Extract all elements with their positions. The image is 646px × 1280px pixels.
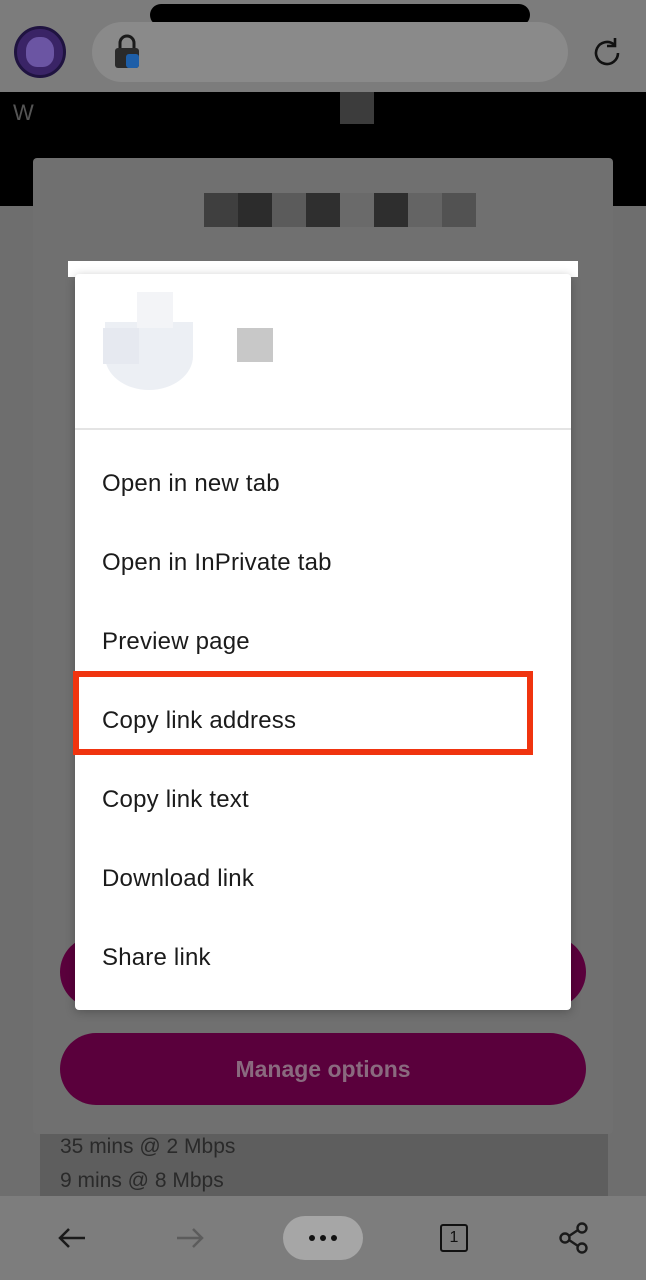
page-header-text: W [13,100,34,125]
browser-bottom-toolbar: 1 [0,1196,646,1280]
menu-item-open-new-tab[interactable]: Open in new tab [75,444,571,523]
menu-item-copy-link-text[interactable]: Copy link text [75,760,571,839]
share-icon [559,1222,588,1254]
forward-button[interactable] [168,1216,212,1260]
link-preview [75,274,571,428]
share-button[interactable] [554,1216,594,1260]
menu-item-download-link[interactable]: Download link [75,839,571,918]
page-info-text: 35 mins @ 2 Mbps 9 mins @ 8 Mbps [40,1134,608,1196]
menu-item-share-link[interactable]: Share link [75,918,571,997]
pixelated-logo [204,193,476,227]
more-menu-button[interactable] [283,1216,363,1260]
arrow-right-icon [177,1228,204,1248]
profile-avatar-icon[interactable] [14,26,66,78]
tabs-button[interactable]: 1 [436,1216,472,1260]
menu-divider [75,428,571,430]
browser-screen: W Manage options 35 mins @ 2 Mbps 9 mins… [0,0,646,1280]
pixelated-block [340,92,374,124]
highlight-box [73,671,533,755]
refresh-icon[interactable] [588,34,626,72]
menu-item-open-inprivate-tab[interactable]: Open in InPrivate tab [75,523,571,602]
menu-item-preview-page[interactable]: Preview page [75,602,571,681]
more-dots-icon [309,1235,337,1241]
info-line: 35 mins @ 2 Mbps [60,1135,236,1158]
arrow-left-icon [58,1228,85,1248]
link-context-menu: Open in new tab Open in InPrivate tab Pr… [75,274,571,1010]
manage-options-button[interactable]: Manage options [60,1033,586,1105]
lock-icon [115,34,139,68]
back-button[interactable] [50,1216,94,1260]
tab-count-badge: 1 [440,1224,468,1252]
pixelated-block [237,328,273,362]
address-bar[interactable] [92,22,568,82]
